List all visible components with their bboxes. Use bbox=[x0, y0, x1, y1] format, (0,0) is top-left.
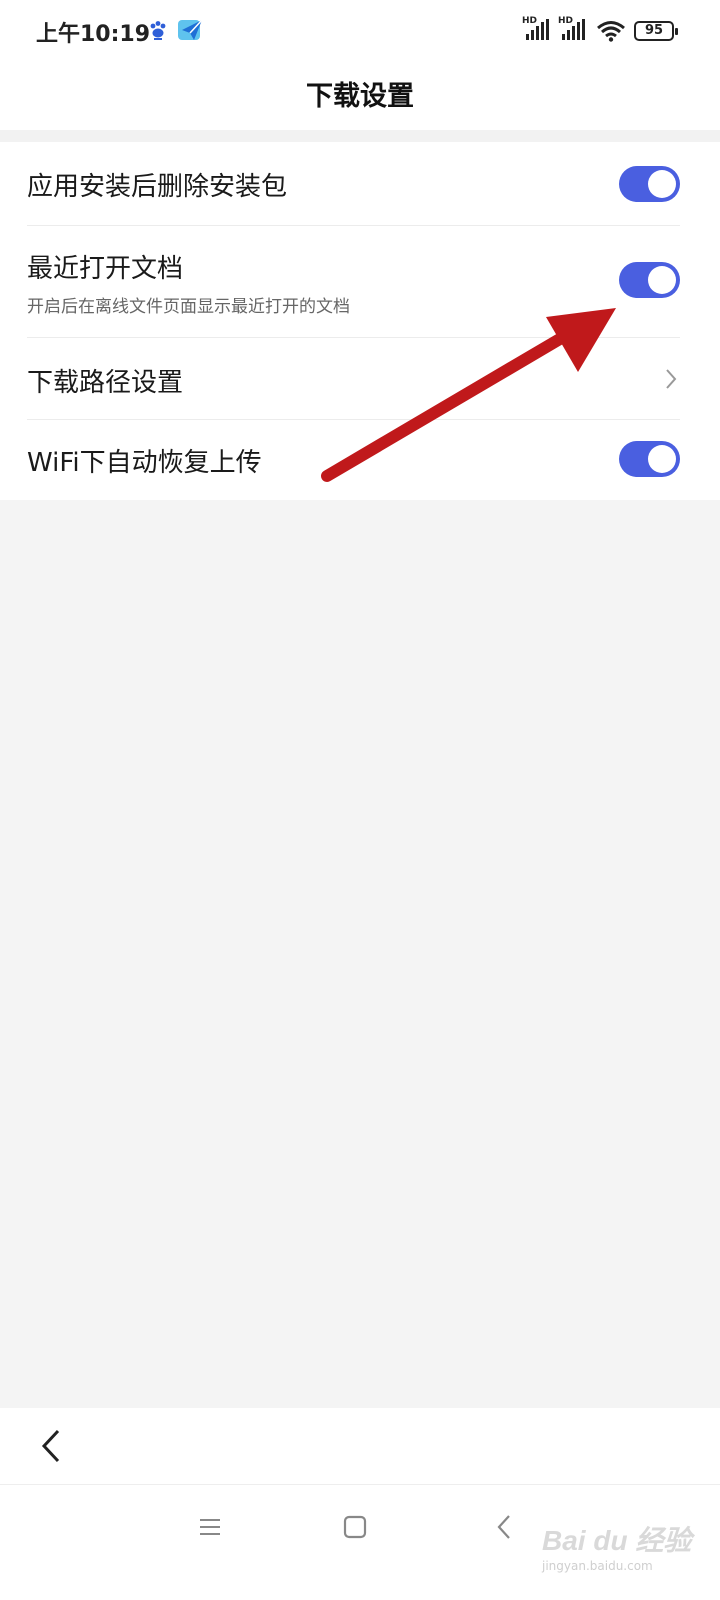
setting-label: 最近打开文档 bbox=[27, 254, 184, 284]
toggle-switch[interactable] bbox=[619, 441, 680, 477]
toggle-knob bbox=[648, 170, 676, 198]
battery-icon: 95 bbox=[634, 21, 678, 41]
settings-list: 应用安装后删除安装包 最近打开文档 开启后在离线文件页面显示最近打开的文档 下载… bbox=[0, 142, 720, 500]
chevron-right-icon bbox=[666, 369, 677, 389]
section-divider bbox=[0, 130, 720, 142]
system-nav-bar: Bai du 经验 jingyan.baidu.com bbox=[0, 1484, 720, 1600]
status-bar: 上午10:19 HD HD 95 bbox=[0, 0, 720, 64]
page-title: 下载设置 bbox=[306, 81, 414, 112]
battery-level: 95 bbox=[644, 23, 664, 38]
setting-label: WiFi下自动恢复上传 bbox=[27, 448, 262, 478]
send-app-icon bbox=[178, 19, 203, 40]
toggle-switch[interactable] bbox=[619, 166, 680, 202]
setting-sublabel: 开启后在离线文件页面显示最近打开的文档 bbox=[27, 297, 350, 317]
bottom-nav bbox=[0, 1408, 720, 1484]
setting-label: 应用安装后删除安装包 bbox=[27, 172, 288, 202]
home-square-icon[interactable] bbox=[343, 1515, 367, 1539]
watermark-text: Bai du 经验 bbox=[542, 1525, 692, 1556]
wifi-icon bbox=[597, 21, 625, 42]
setting-row-wifi-upload[interactable]: WiFi下自动恢复上传 bbox=[0, 420, 720, 500]
setting-row-download-path[interactable]: 下载路径设置 bbox=[0, 338, 720, 419]
baidu-paw-icon bbox=[150, 21, 166, 40]
toggle-switch[interactable] bbox=[619, 262, 680, 298]
menu-icon[interactable] bbox=[198, 1517, 222, 1537]
chevron-left-icon[interactable] bbox=[38, 1428, 64, 1464]
signal-icon: HD bbox=[522, 16, 552, 46]
toggle-knob bbox=[648, 266, 676, 294]
header: 下载设置 bbox=[0, 64, 720, 130]
setting-row-recent-docs[interactable]: 最近打开文档 开启后在离线文件页面显示最近打开的文档 bbox=[0, 226, 720, 337]
watermark-url: jingyan.baidu.com bbox=[542, 1559, 653, 1573]
setting-label: 下载路径设置 bbox=[27, 368, 184, 398]
status-time: 上午10:19 bbox=[36, 22, 151, 47]
toggle-knob bbox=[648, 445, 676, 473]
signal-icon: HD bbox=[558, 16, 588, 46]
watermark: Bai du 经验 jingyan.baidu.com bbox=[540, 1511, 710, 1581]
back-triangle-icon[interactable] bbox=[494, 1513, 514, 1541]
setting-row-delete-package[interactable]: 应用安装后删除安装包 bbox=[0, 142, 720, 225]
